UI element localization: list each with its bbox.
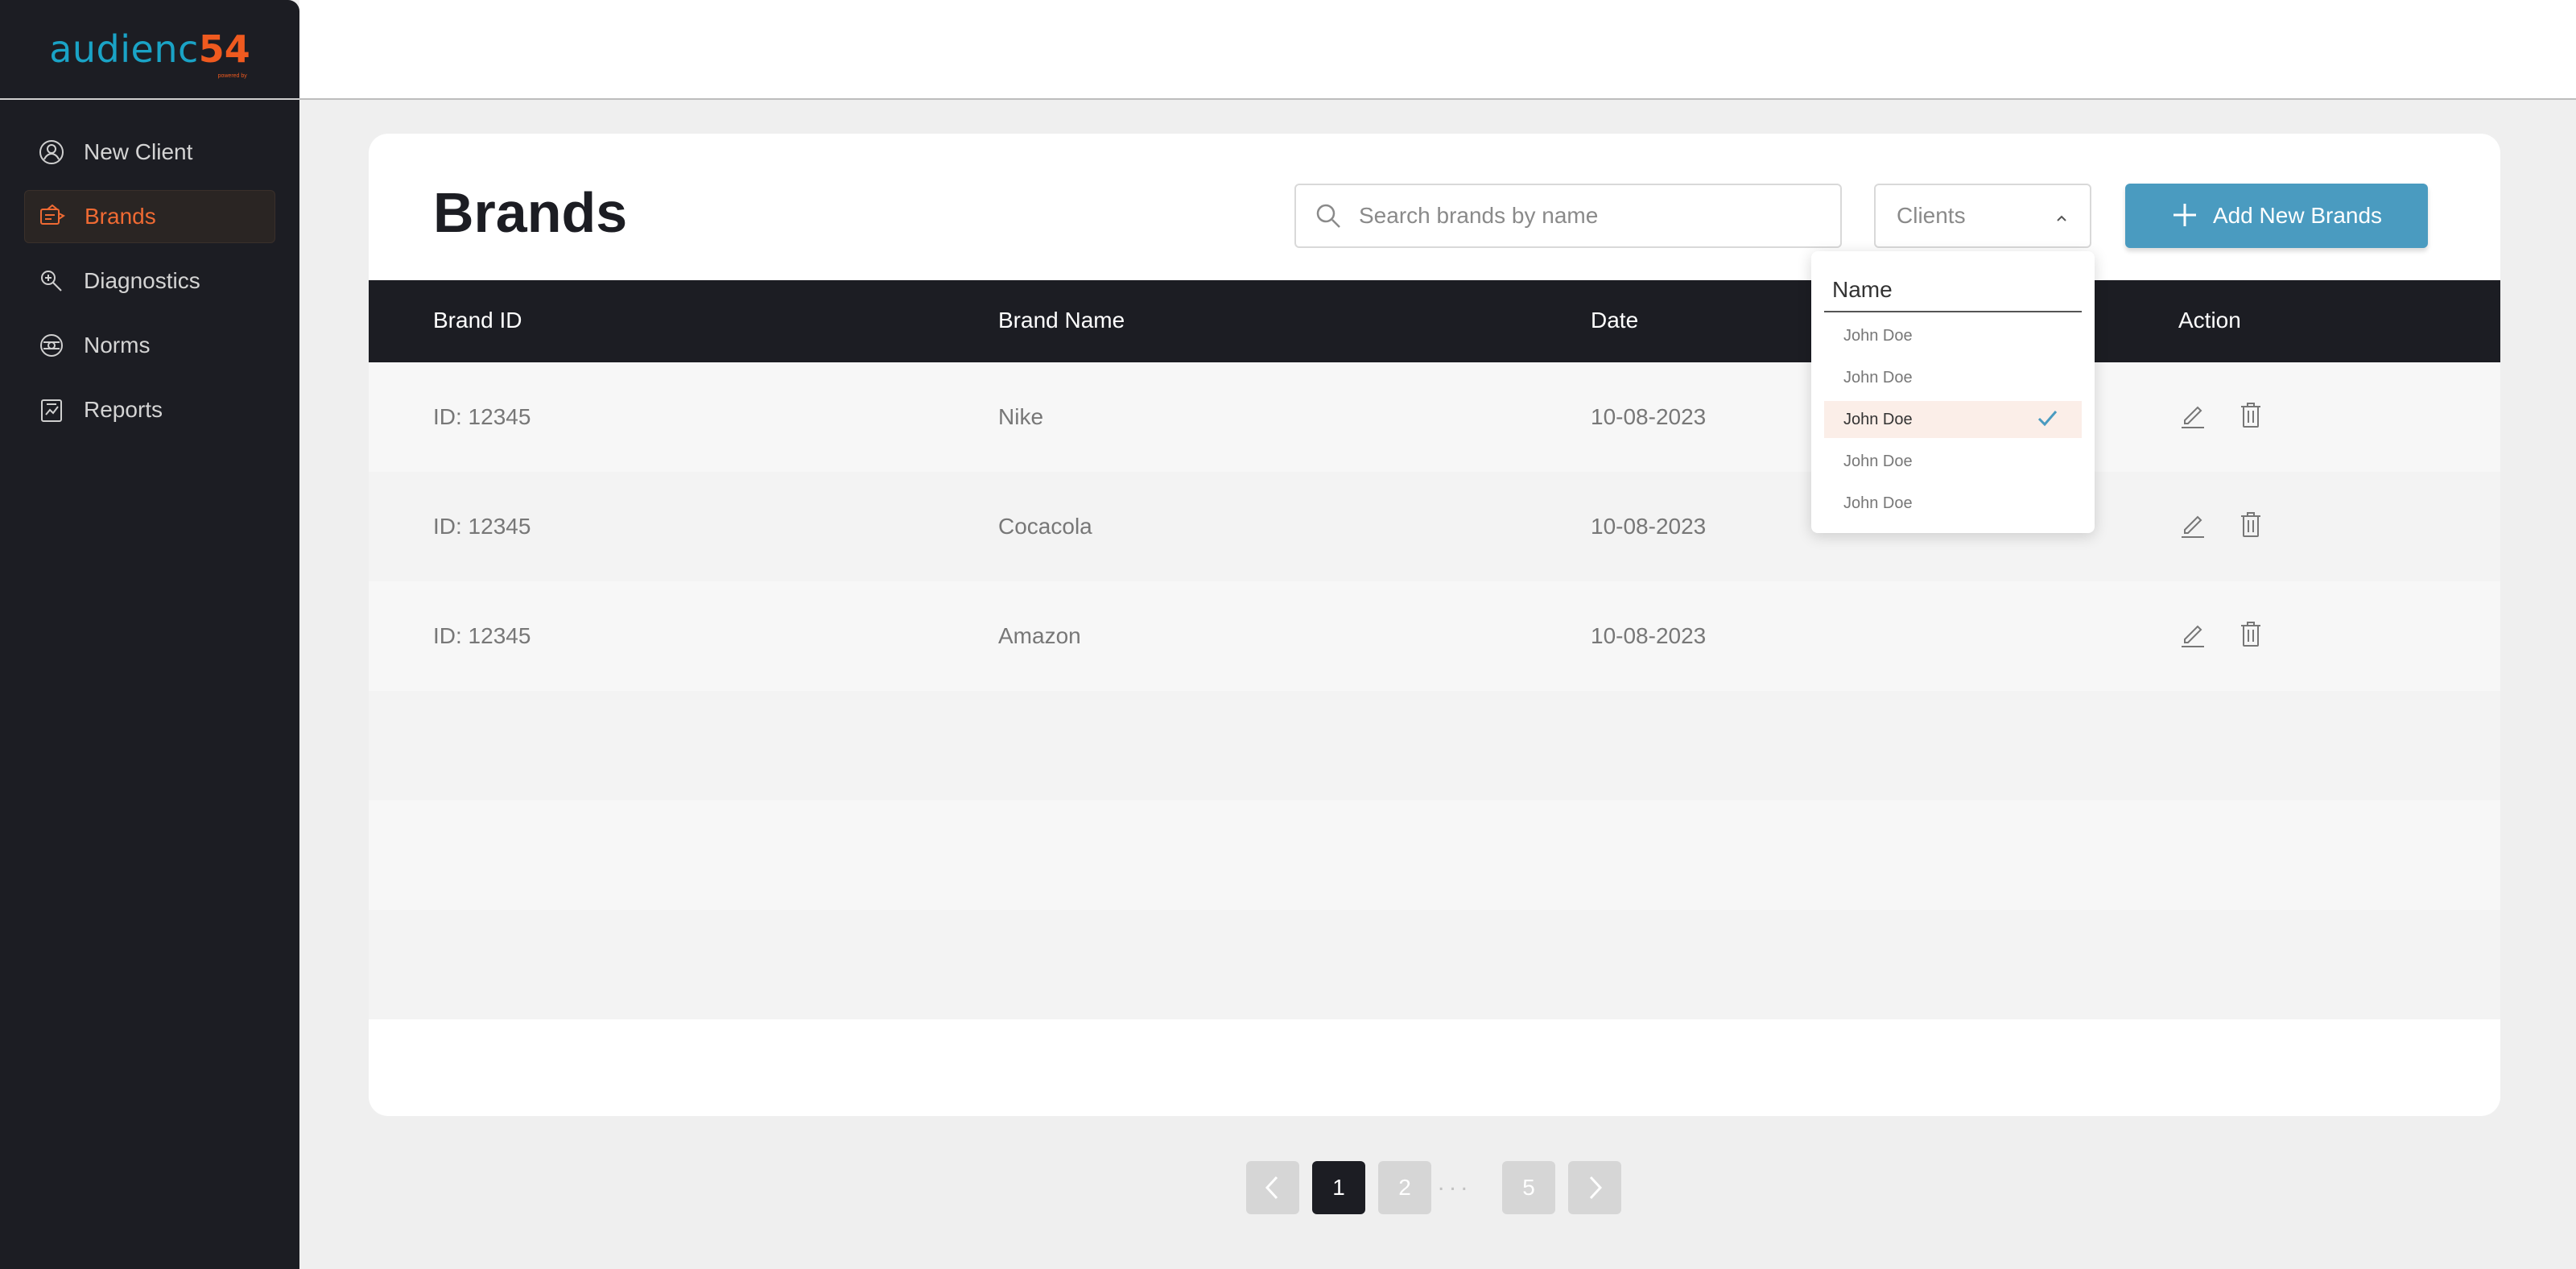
add-new-brands-label: Add New Brands xyxy=(2212,203,2383,228)
table-row: ID: 12345 Cocacola 10-08-2023 xyxy=(369,472,2500,581)
table-row: ID: 12345 Nike 10-08-2023 xyxy=(369,362,2500,472)
dropdown-option[interactable]: John Doe xyxy=(1824,359,2082,396)
page-button-5[interactable]: 5 xyxy=(1502,1161,1555,1214)
top-bar xyxy=(299,0,2576,100)
logo-accent: 54 xyxy=(198,27,250,71)
dropdown-header: Name xyxy=(1824,264,2082,312)
row-actions xyxy=(2178,618,2265,651)
page-title: Brands xyxy=(433,181,628,244)
reports-icon xyxy=(37,395,66,424)
edit-icon[interactable] xyxy=(2178,399,2207,432)
brands-card: Brands Clients Add New Brands Brand ID B… xyxy=(369,134,2500,1116)
dropdown-option[interactable]: John Doe xyxy=(1824,485,2082,522)
header-date: Date xyxy=(1591,308,1639,333)
sidebar-nav: New Client Brands Diagnostics Norms Repo… xyxy=(0,100,299,436)
dropdown-option-label: John Doe xyxy=(1843,327,1913,345)
clients-dropdown: Name John Doe John Doe John Doe John Doe Joh… xyxy=(1811,251,2095,533)
search-input[interactable] xyxy=(1359,203,1810,229)
brand-id-cell: ID: 12345 xyxy=(433,623,531,648)
brand-name-cell: Cocacola xyxy=(998,514,1092,539)
delete-icon[interactable] xyxy=(2236,618,2265,651)
row-actions xyxy=(2178,509,2265,541)
dropdown-option-label: John Doe xyxy=(1843,453,1913,470)
sidebar-item-new-client[interactable]: New Client xyxy=(24,126,275,179)
pagination: 1 2 ... 5 xyxy=(0,1161,2576,1214)
dropdown-option-label: John Doe xyxy=(1843,494,1913,512)
brand-name-cell: Nike xyxy=(998,404,1044,429)
brand-name-cell: Amazon xyxy=(998,623,1081,648)
logo-area: audienc 54 powered by xyxy=(0,0,299,100)
dropdown-option[interactable]: John Doe xyxy=(1824,443,2082,480)
sidebar-item-reports[interactable]: Reports xyxy=(24,383,275,436)
header-action: Action xyxy=(2178,308,2241,333)
table-row: ID: 12345 Amazon 10-08-2023 xyxy=(369,581,2500,691)
new-client-icon xyxy=(37,138,66,167)
norms-icon xyxy=(37,331,66,360)
brand-id-cell: ID: 12345 xyxy=(433,514,531,539)
date-cell: 10-08-2023 xyxy=(1591,404,1707,429)
sidebar-item-label: New Client xyxy=(84,139,193,164)
logo-text: audienc xyxy=(49,27,199,71)
sidebar-item-label: Reports xyxy=(84,397,163,422)
delete-icon[interactable] xyxy=(2236,399,2265,432)
logo-subtext: powered by xyxy=(217,73,247,79)
clients-select[interactable]: Clients xyxy=(1874,184,2091,248)
checkmark-icon xyxy=(2035,406,2059,435)
logo[interactable]: audienc 54 powered by xyxy=(49,27,250,79)
empty-table-row xyxy=(369,691,2500,800)
edit-icon[interactable] xyxy=(2178,618,2207,651)
search-icon xyxy=(1314,201,1343,230)
chevron-up-icon xyxy=(2054,203,2069,229)
sidebar-item-label: Diagnostics xyxy=(84,268,200,293)
delete-icon[interactable] xyxy=(2236,509,2265,541)
sidebar-item-diagnostics[interactable]: Diagnostics xyxy=(24,254,275,308)
clients-select-label: Clients xyxy=(1897,203,1966,228)
dropdown-option-label: John Doe xyxy=(1843,411,1913,428)
brand-id-cell: ID: 12345 xyxy=(433,404,531,429)
search-box[interactable] xyxy=(1294,184,1842,248)
sidebar-item-brands[interactable]: Brands xyxy=(24,190,275,243)
sidebar-item-norms[interactable]: Norms xyxy=(24,319,275,372)
page-button-1[interactable]: 1 xyxy=(1312,1161,1365,1214)
diagnostics-icon xyxy=(37,267,66,296)
empty-table-row xyxy=(369,910,2500,1019)
header-brand-id: Brand ID xyxy=(433,308,522,333)
row-actions xyxy=(2178,399,2265,432)
pagination-ellipsis: ... xyxy=(1438,1169,1473,1196)
dropdown-option[interactable]: John Doe xyxy=(1824,401,2082,438)
table-header: Brand ID Brand Name Date Action xyxy=(369,280,2500,362)
brands-icon xyxy=(38,202,67,231)
page-button-2[interactable]: 2 xyxy=(1378,1161,1431,1214)
date-cell: 10-08-2023 xyxy=(1591,623,1707,648)
dropdown-option-label: John Doe xyxy=(1843,369,1913,386)
next-page-button[interactable] xyxy=(1568,1161,1621,1214)
plus-icon xyxy=(2171,197,2198,234)
edit-icon[interactable] xyxy=(2178,509,2207,541)
prev-page-button[interactable] xyxy=(1246,1161,1299,1214)
dropdown-option[interactable]: John Doe xyxy=(1824,317,2082,354)
empty-table-row xyxy=(369,800,2500,910)
sidebar: audienc 54 powered by New Client Brands D… xyxy=(0,0,299,1269)
add-new-brands-button[interactable]: Add New Brands xyxy=(2125,184,2428,248)
date-cell: 10-08-2023 xyxy=(1591,514,1707,539)
header-brand-name: Brand Name xyxy=(998,308,1125,333)
sidebar-item-label: Brands xyxy=(85,204,156,229)
sidebar-item-label: Norms xyxy=(84,333,151,358)
